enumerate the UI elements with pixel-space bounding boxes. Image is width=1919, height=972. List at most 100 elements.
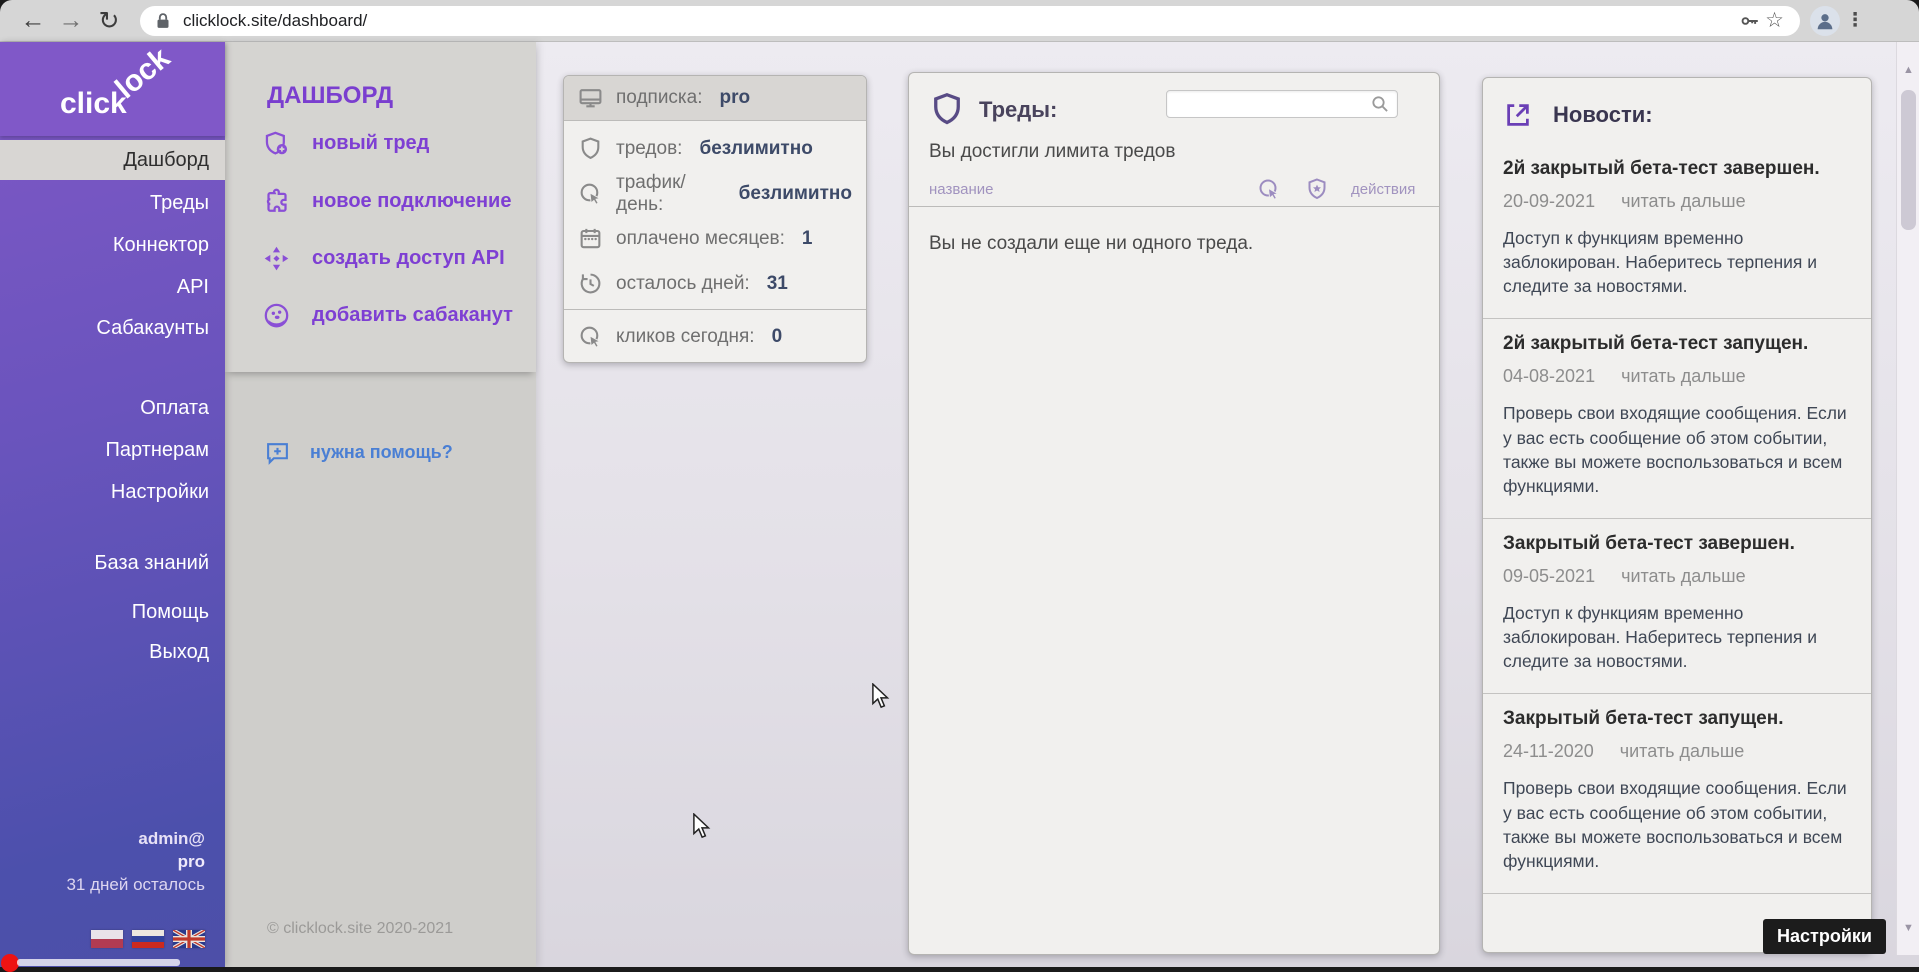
stats-header-value: pro <box>720 87 751 109</box>
threads-search-input[interactable] <box>1166 90 1398 118</box>
scrollbar-thumb[interactable] <box>1901 90 1916 230</box>
stat-value: безлимитно <box>699 138 812 160</box>
move-arrows-icon <box>263 245 290 272</box>
threads-table-header: название действия <box>909 175 1439 205</box>
copyright-text: © clicklock.site 2020-2021 <box>267 920 453 938</box>
browser-chrome: ← → ↻ clicklock.site/dashboard/ ☆ ⋮ <box>0 0 1919 42</box>
threads-limit-message: Вы достигли лимита тредов <box>929 141 1175 163</box>
bookmark-star-icon[interactable]: ☆ <box>1765 8 1784 33</box>
sidebar-item-knowledge-base[interactable]: База знаний <box>0 543 225 583</box>
stat-row-days-left: осталось дней: 31 <box>564 261 866 306</box>
sidebar: click lock Дашборд Треды Коннектор API С… <box>0 42 225 967</box>
stat-label: трафик/день: <box>616 172 722 216</box>
sidebar-item-payment[interactable]: Оплата <box>0 388 225 428</box>
news-item-body: Проверь свои входящие сообщения. Если у … <box>1503 776 1853 873</box>
sidebar-item-threads[interactable]: Треды <box>0 183 225 223</box>
subscription-stats-card: подписка: pro тредов: безлимитно трафик/… <box>563 75 867 363</box>
account-days-left: 31 дней осталось <box>66 873 205 896</box>
new-thread-label: новый тред <box>312 132 429 155</box>
flag-poland-icon[interactable] <box>91 930 123 948</box>
video-progress-track <box>17 959 180 966</box>
user-face-icon <box>263 302 290 329</box>
news-title: Новости: <box>1553 102 1653 128</box>
stat-label: тредов: <box>616 138 682 160</box>
sidebar-item-api[interactable]: API <box>0 267 225 307</box>
mouse-cursor-trail <box>690 813 714 840</box>
add-subaccount-label: добавить сабаканут <box>312 304 513 327</box>
stat-value: 31 <box>767 273 788 295</box>
sidebar-item-logout[interactable]: Выход <box>0 632 225 672</box>
stat-label: кликов сегодня: <box>616 326 755 348</box>
news-item-date: 04-08-2021 <box>1503 366 1595 387</box>
scroll-up-icon[interactable]: ▲ <box>1897 64 1919 76</box>
sidebar-item-connector[interactable]: Коннектор <box>0 225 225 265</box>
column-actions: действия <box>1351 181 1415 198</box>
sidebar-item-settings[interactable]: Настройки <box>0 472 225 512</box>
mouse-cursor <box>869 683 893 710</box>
scroll-down-icon[interactable]: ▼ <box>1897 922 1919 934</box>
news-item-title: Закрытый бета-тест запущен. <box>1503 708 1853 730</box>
stat-value: безлимитно <box>739 183 852 205</box>
need-help-link[interactable]: нужна помощь? <box>265 440 453 465</box>
news-item-title: Закрытый бета-тест завершен. <box>1503 533 1853 555</box>
new-connection-button[interactable]: новое подключение <box>263 188 511 215</box>
address-bar[interactable]: clicklock.site/dashboard/ ☆ <box>140 6 1800 36</box>
account-email: admin@ <box>66 827 205 850</box>
browser-back-button[interactable]: ← <box>14 6 52 35</box>
main-content: подписка: pro тредов: безлимитно трафик/… <box>536 42 1919 967</box>
read-more-link[interactable]: читать дальше <box>1621 366 1746 387</box>
new-thread-button[interactable]: новый тред <box>263 130 429 157</box>
browser-reload-button[interactable]: ↻ <box>90 6 128 36</box>
sidebar-item-partners[interactable]: Партнерам <box>0 430 225 470</box>
lock-icon <box>152 10 174 32</box>
news-panel: Новости: 2й закрытый бета-тест завершен.… <box>1482 77 1872 953</box>
click-icon <box>578 181 603 206</box>
page-scrollbar[interactable]: ▲ ▼ <box>1896 42 1919 955</box>
stat-row-threads: тредов: безлимитно <box>564 126 866 171</box>
threads-title: Треды: <box>979 97 1057 123</box>
flag-uk-icon[interactable] <box>173 930 205 948</box>
key-icon[interactable] <box>1739 10 1761 32</box>
read-more-link[interactable]: читать дальше <box>1620 741 1745 762</box>
sidebar-item-subaccounts[interactable]: Сабакаунты <box>0 308 225 348</box>
browser-menu-icon[interactable]: ⋮ <box>1840 9 1870 32</box>
sidebar-item-dashboard[interactable]: Дашборд <box>0 140 225 180</box>
flag-russia-icon[interactable] <box>132 930 164 948</box>
stat-label: оплачено месяцев: <box>616 228 785 250</box>
calendar-icon <box>578 226 603 251</box>
dashboard-title: ДАШБОРД <box>267 82 393 110</box>
settings-tooltip[interactable]: Настройки <box>1763 919 1886 954</box>
news-item-date: 20-09-2021 <box>1503 191 1595 212</box>
add-subaccount-button[interactable]: добавить сабаканут <box>263 302 513 329</box>
read-more-link[interactable]: читать дальше <box>1621 566 1746 587</box>
stat-label: осталось дней: <box>616 273 750 295</box>
clock-icon <box>578 271 603 296</box>
stat-row-paid-months: оплачено месяцев: 1 <box>564 216 866 261</box>
create-api-access-button[interactable]: создать доступ API <box>263 245 505 272</box>
news-item-title: 2й закрытый бета-тест запущен. <box>1503 333 1853 355</box>
stats-header-row: подписка: pro <box>564 76 866 121</box>
account-plan: pro <box>66 850 205 873</box>
stat-row-traffic: трафик/день: безлимитно <box>564 171 866 216</box>
news-item: Закрытый бета-тест завершен. 09-05-2021 … <box>1483 519 1871 694</box>
shield-plus-icon <box>263 130 290 157</box>
browser-forward-button[interactable]: → <box>52 6 90 35</box>
dashboard-menu-column: ДАШБОРД новый тред новое подключение соз… <box>225 42 536 967</box>
read-more-link[interactable]: читать дальше <box>1621 191 1746 212</box>
shield-icon <box>929 91 965 127</box>
profile-button[interactable] <box>1810 6 1840 36</box>
news-item-body: Доступ к функциям временно заблокирован.… <box>1503 226 1853 298</box>
puzzle-icon <box>263 188 290 215</box>
news-item: 2й закрытый бета-тест завершен. 20-09-20… <box>1483 144 1871 319</box>
create-api-access-label: создать доступ API <box>312 247 505 270</box>
click-icon <box>578 324 603 349</box>
news-item: Закрытый бета-тест запущен. 24-11-2020 ч… <box>1483 694 1871 894</box>
shield-icon <box>578 136 603 161</box>
threads-panel: Треды: Вы достигли лимита тредов названи… <box>908 72 1440 955</box>
logo[interactable]: click lock <box>0 42 225 136</box>
url-text: clicklock.site/dashboard/ <box>183 11 1739 31</box>
need-help-label: нужна помощь? <box>310 442 453 463</box>
click-icon <box>1257 177 1281 201</box>
sidebar-item-help[interactable]: Помощь <box>0 592 225 632</box>
chat-plus-icon <box>265 440 290 465</box>
